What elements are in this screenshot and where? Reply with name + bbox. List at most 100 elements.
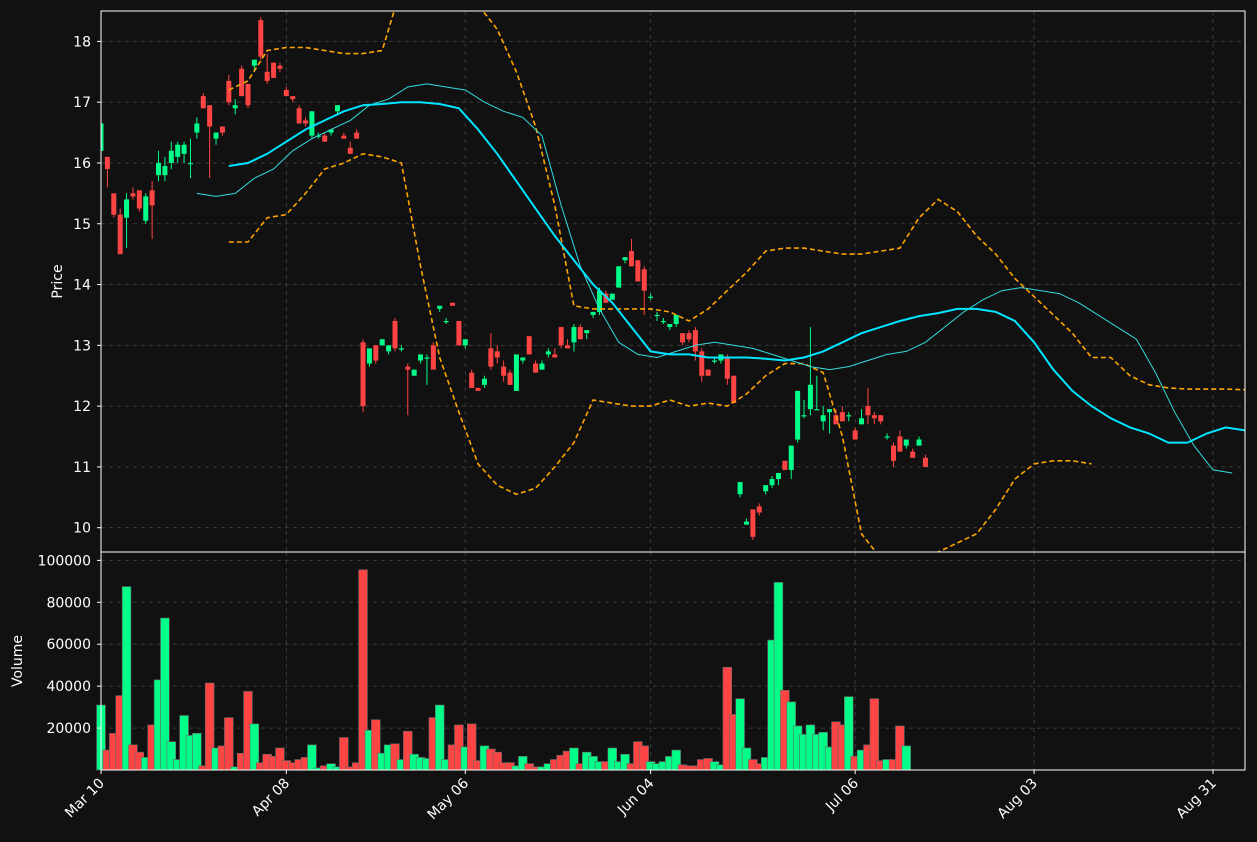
candle-body: [501, 366, 507, 376]
candle-body: [488, 348, 494, 367]
candle-body: [769, 479, 775, 486]
candle-body: [903, 439, 909, 446]
candle-body: [232, 105, 238, 109]
price-tick-label: 18: [73, 34, 91, 50]
candle-body: [181, 144, 187, 154]
candle: [271, 62, 277, 78]
price-tick-label: 15: [73, 217, 91, 233]
candle-body: [194, 123, 200, 133]
volume-tick-label: 20000: [46, 721, 91, 737]
candle-body: [724, 357, 730, 379]
candle-body: [437, 305, 443, 309]
candle: [526, 336, 532, 355]
candle: [258, 17, 264, 60]
candle-body: [130, 193, 136, 197]
candle-body: [654, 314, 660, 317]
candle: [411, 369, 417, 376]
candle: [795, 390, 801, 443]
price-tick-label: 12: [73, 399, 91, 415]
candle-body: [334, 105, 340, 112]
candle-body: [258, 20, 264, 57]
candle-body: [379, 339, 385, 346]
candle-body: [673, 314, 679, 325]
volume-bar: [224, 717, 234, 771]
candle-body: [584, 330, 590, 334]
candle-body: [149, 190, 155, 206]
candle-body: [801, 415, 807, 417]
candle-body: [916, 439, 922, 446]
candle-body: [341, 135, 347, 139]
candle-body: [207, 105, 213, 127]
candle-body: [322, 135, 328, 142]
candle-body: [111, 193, 117, 215]
candle-body: [424, 357, 430, 359]
candle-body: [820, 415, 826, 422]
candle-body: [430, 345, 436, 370]
candle-body: [456, 321, 462, 346]
candle-body: [731, 375, 737, 404]
candle: [609, 293, 615, 300]
candle: [379, 339, 385, 346]
volume-tick-label: 80000: [46, 595, 91, 611]
candle-body: [283, 90, 289, 97]
candle-body: [373, 345, 379, 361]
candle-body: [271, 62, 277, 78]
candle-body: [699, 351, 705, 376]
candle: [616, 266, 622, 288]
candle-body: [788, 445, 794, 470]
candle-body: [226, 80, 232, 103]
candle-body: [910, 451, 916, 458]
candle-body: [641, 269, 647, 291]
price-tick-label: 16: [73, 156, 91, 172]
candle-body: [251, 59, 257, 66]
candle-body: [827, 409, 833, 413]
candle-body: [117, 214, 123, 255]
candle-body: [136, 190, 142, 209]
volume-bar: [192, 733, 202, 771]
candle-body: [839, 412, 845, 422]
candle-body: [878, 415, 884, 422]
price-tick-label: 17: [73, 95, 91, 111]
candle: [782, 460, 788, 470]
candle-body: [616, 266, 622, 288]
price-axis-label: Price: [50, 264, 66, 298]
volume-axis-label: Volume: [10, 635, 26, 687]
volume-tick-label: 100000: [38, 553, 91, 569]
candle-body: [590, 311, 596, 315]
candle-body: [200, 96, 206, 109]
candle-body: [846, 415, 852, 417]
candle: [731, 375, 737, 404]
volume-tick-label: 40000: [46, 679, 91, 695]
candle-body: [104, 156, 110, 170]
candle: [392, 317, 398, 352]
volume-bar: [901, 745, 911, 771]
candle-body: [124, 199, 130, 218]
candle: [136, 190, 142, 212]
candle-body: [303, 120, 309, 124]
candle-body: [296, 108, 302, 124]
candle-body: [648, 296, 654, 298]
candle-body: [890, 445, 896, 461]
candle-body: [347, 147, 353, 154]
stock-chart: 10 11 12 13 14 15 16 17 18 20000 40000 60000 80000 1…: [0, 0, 1257, 842]
price-tick-label: 14: [73, 278, 91, 294]
candle-body: [743, 521, 749, 525]
candle-body: [520, 357, 526, 361]
candle-body: [187, 162, 193, 165]
candle-body: [366, 348, 372, 364]
price-tick-label: 10: [73, 521, 91, 537]
price-tick-label: 11: [73, 460, 91, 476]
candle-body: [475, 387, 481, 391]
candle-body: [667, 324, 673, 328]
candle-body: [552, 354, 558, 358]
candle: [430, 342, 436, 370]
volume-bar: [869, 698, 880, 771]
candle-body: [539, 363, 545, 370]
candle-body: [897, 436, 903, 452]
candle-body: [386, 345, 392, 352]
candle-body: [469, 372, 475, 388]
candle-body: [290, 96, 296, 100]
candle-body: [513, 354, 519, 391]
candle-body: [143, 196, 149, 221]
candle-body: [392, 321, 398, 349]
